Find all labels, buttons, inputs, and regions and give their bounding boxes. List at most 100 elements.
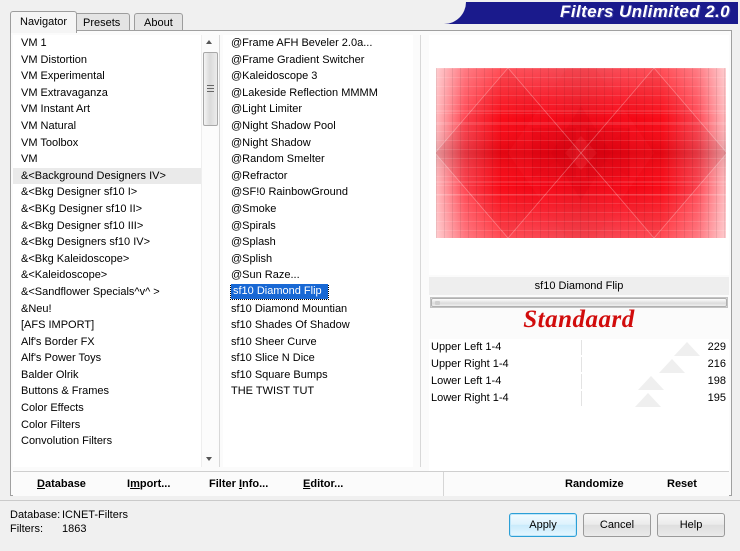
filter-preview-image[interactable] bbox=[436, 68, 726, 238]
filter-list-item[interactable]: sf10 Shades Of Shadow bbox=[223, 317, 413, 334]
selected-filter-name: sf10 Diamond Flip bbox=[429, 277, 729, 295]
editor-button[interactable]: Editor... bbox=[303, 476, 343, 492]
filter-list-item[interactable]: @Splash bbox=[223, 234, 413, 251]
filter-list-item[interactable]: @SF!0 RainbowGround bbox=[223, 184, 413, 201]
apply-button[interactable]: Apply bbox=[509, 513, 577, 537]
category-list-item[interactable]: &<Bkg Designer sf10 I> bbox=[13, 184, 217, 201]
category-list-item[interactable]: Color Effects bbox=[13, 400, 217, 417]
filter-list-item[interactable]: @Splish bbox=[223, 251, 413, 268]
parameter-row[interactable]: Lower Right 1-4 195 bbox=[429, 390, 729, 408]
category-list-item[interactable]: Alf's Power Toys bbox=[13, 350, 217, 367]
category-list-item[interactable]: VM Extravaganza bbox=[13, 85, 217, 102]
parameter-value: 195 bbox=[707, 392, 726, 404]
filter-list-item[interactable]: @Kaleidoscope 3 bbox=[223, 68, 413, 85]
category-list-item[interactable]: VM Distortion bbox=[13, 52, 217, 69]
import-button[interactable]: Import... bbox=[127, 476, 170, 492]
category-list-item[interactable]: Buttons & Frames bbox=[13, 383, 217, 400]
tab-navigator[interactable]: Navigator bbox=[10, 11, 78, 33]
scroll-up-arrow-icon[interactable] bbox=[202, 35, 217, 50]
parameter-label: Upper Right 1-4 bbox=[431, 358, 509, 370]
cancel-button[interactable]: Cancel bbox=[583, 513, 651, 537]
filter-list[interactable]: @Frame AFH Beveler 2.0a... @Frame Gradien… bbox=[223, 35, 413, 467]
parameter-value: 229 bbox=[707, 341, 726, 353]
parameter-row[interactable]: Upper Right 1-4 216 bbox=[429, 356, 729, 374]
category-list-item[interactable]: &<Kaleidoscope> bbox=[13, 267, 217, 284]
category-list-item[interactable]: VM 1 bbox=[13, 35, 217, 52]
parameter-label: Lower Left 1-4 bbox=[431, 375, 502, 387]
database-button[interactable]: Database bbox=[37, 476, 86, 492]
filters-count: 1863 bbox=[62, 523, 87, 535]
randomize-button[interactable]: Randomize bbox=[565, 476, 624, 492]
filter-list-item[interactable]: sf10 Diamond Flip bbox=[223, 283, 413, 301]
category-list-item[interactable]: VM Natural bbox=[13, 118, 217, 135]
filter-list-item[interactable]: sf10 Sheer Curve bbox=[223, 334, 413, 351]
preview-area bbox=[429, 35, 729, 275]
filter-list-item[interactable]: @Random Smelter bbox=[223, 151, 413, 168]
category-list-item[interactable]: &<Bkg Designer sf10 III> bbox=[13, 218, 217, 235]
preset-name: Standaard bbox=[523, 306, 635, 333]
filter-list-item[interactable]: sf10 Diamond Mountian bbox=[223, 301, 413, 318]
category-list-item[interactable]: Convolution Filters bbox=[13, 433, 217, 450]
parameter-row-empty bbox=[429, 424, 729, 442]
parameter-slider-tick bbox=[581, 340, 582, 355]
parameter-slider-thumb[interactable] bbox=[635, 393, 661, 407]
parameter-row-empty bbox=[429, 441, 729, 459]
parameter-row[interactable]: Upper Left 1-4 229 bbox=[429, 339, 729, 357]
parameter-slider-tick bbox=[581, 391, 582, 406]
command-divider bbox=[443, 472, 444, 496]
filter-list-item[interactable]: sf10 Slice N Dice bbox=[223, 350, 413, 367]
scroll-down-arrow-icon[interactable] bbox=[202, 452, 217, 467]
category-list-item[interactable]: &<BKg Designer sf10 II> bbox=[13, 201, 217, 218]
category-list-item[interactable]: &<Bkg Designers sf10 IV> bbox=[13, 234, 217, 251]
parameter-slider-thumb[interactable] bbox=[674, 342, 700, 356]
filter-list-item[interactable]: @Night Shadow bbox=[223, 135, 413, 152]
filter-list-item[interactable]: THE TWIST TUT bbox=[223, 383, 413, 400]
column-divider-1 bbox=[219, 35, 220, 467]
filter-info-button[interactable]: Filter Info... bbox=[209, 476, 268, 492]
filter-list-item[interactable]: @Light Limiter bbox=[223, 101, 413, 118]
database-label: Database: bbox=[10, 509, 61, 521]
category-list[interactable]: VM 1 VM Distortion VM Experimental VM Extra… bbox=[13, 35, 217, 467]
filter-list-item[interactable]: @Night Shadow Pool bbox=[223, 118, 413, 135]
filter-list-item[interactable]: @Frame Gradient Switcher bbox=[223, 52, 413, 69]
filter-list-item[interactable]: @Spirals bbox=[223, 218, 413, 235]
category-list-item[interactable]: VM Experimental bbox=[13, 68, 217, 85]
parameter-label: Upper Left 1-4 bbox=[431, 341, 502, 353]
category-list-item[interactable]: VM Instant Art bbox=[13, 101, 217, 118]
category-list-item[interactable]: VM bbox=[13, 151, 217, 168]
parameter-row-empty bbox=[429, 407, 729, 425]
command-bar: Database Import... Filter Info... Editor… bbox=[13, 471, 729, 496]
parameter-label: Lower Right 1-4 bbox=[431, 392, 509, 404]
filter-list-item[interactable]: sf10 Square Bumps bbox=[223, 367, 413, 384]
filters-label: Filters: bbox=[10, 523, 43, 535]
category-list-scrollbar[interactable] bbox=[201, 35, 218, 467]
category-list-item[interactable]: &<Bkg Kaleidoscope> bbox=[13, 251, 217, 268]
parameter-row[interactable]: Lower Left 1-4 198 bbox=[429, 373, 729, 391]
parameter-value: 216 bbox=[707, 358, 726, 370]
help-button[interactable]: Help bbox=[657, 513, 725, 537]
parameter-slider-thumb[interactable] bbox=[638, 376, 664, 390]
filter-list-item[interactable]: @Lakeside Reflection MMMM bbox=[223, 85, 413, 102]
database-value: ICNET-Filters bbox=[62, 509, 128, 521]
scrollbar-thumb[interactable] bbox=[203, 52, 218, 126]
filter-list-item[interactable]: @Refractor bbox=[223, 168, 413, 185]
parameter-slider-tick bbox=[581, 357, 582, 372]
status-bar: Database: ICNET-Filters Filters: 1863 Ap… bbox=[0, 500, 740, 551]
category-list-item[interactable]: &<Background Designers IV> bbox=[13, 167, 217, 185]
category-list-item[interactable]: Balder Olrik bbox=[13, 367, 217, 384]
reset-button[interactable]: Reset bbox=[667, 476, 697, 492]
category-list-item[interactable]: &Neu! bbox=[13, 301, 217, 318]
filter-list-item[interactable]: @Smoke bbox=[223, 201, 413, 218]
parameter-slider-tick bbox=[581, 374, 582, 389]
category-list-item[interactable]: Color Filters bbox=[13, 417, 217, 434]
parameter-slider-thumb[interactable] bbox=[659, 359, 685, 373]
parameter-value: 198 bbox=[707, 375, 726, 387]
filter-list-item[interactable]: @Frame AFH Beveler 2.0a... bbox=[223, 35, 413, 52]
filter-list-item[interactable]: @Sun Raze... bbox=[223, 267, 413, 284]
category-list-item[interactable]: &<Sandflower Specials^v^ > bbox=[13, 284, 217, 301]
app-title: Filters Unlimited 2.0 bbox=[560, 2, 730, 21]
category-list-item[interactable]: VM Toolbox bbox=[13, 135, 217, 152]
parameter-area: sf10 Diamond Flip Standaard Upper Left 1… bbox=[429, 277, 729, 493]
category-list-item[interactable]: [AFS IMPORT] bbox=[13, 317, 217, 334]
category-list-item[interactable]: Alf's Border FX bbox=[13, 334, 217, 351]
